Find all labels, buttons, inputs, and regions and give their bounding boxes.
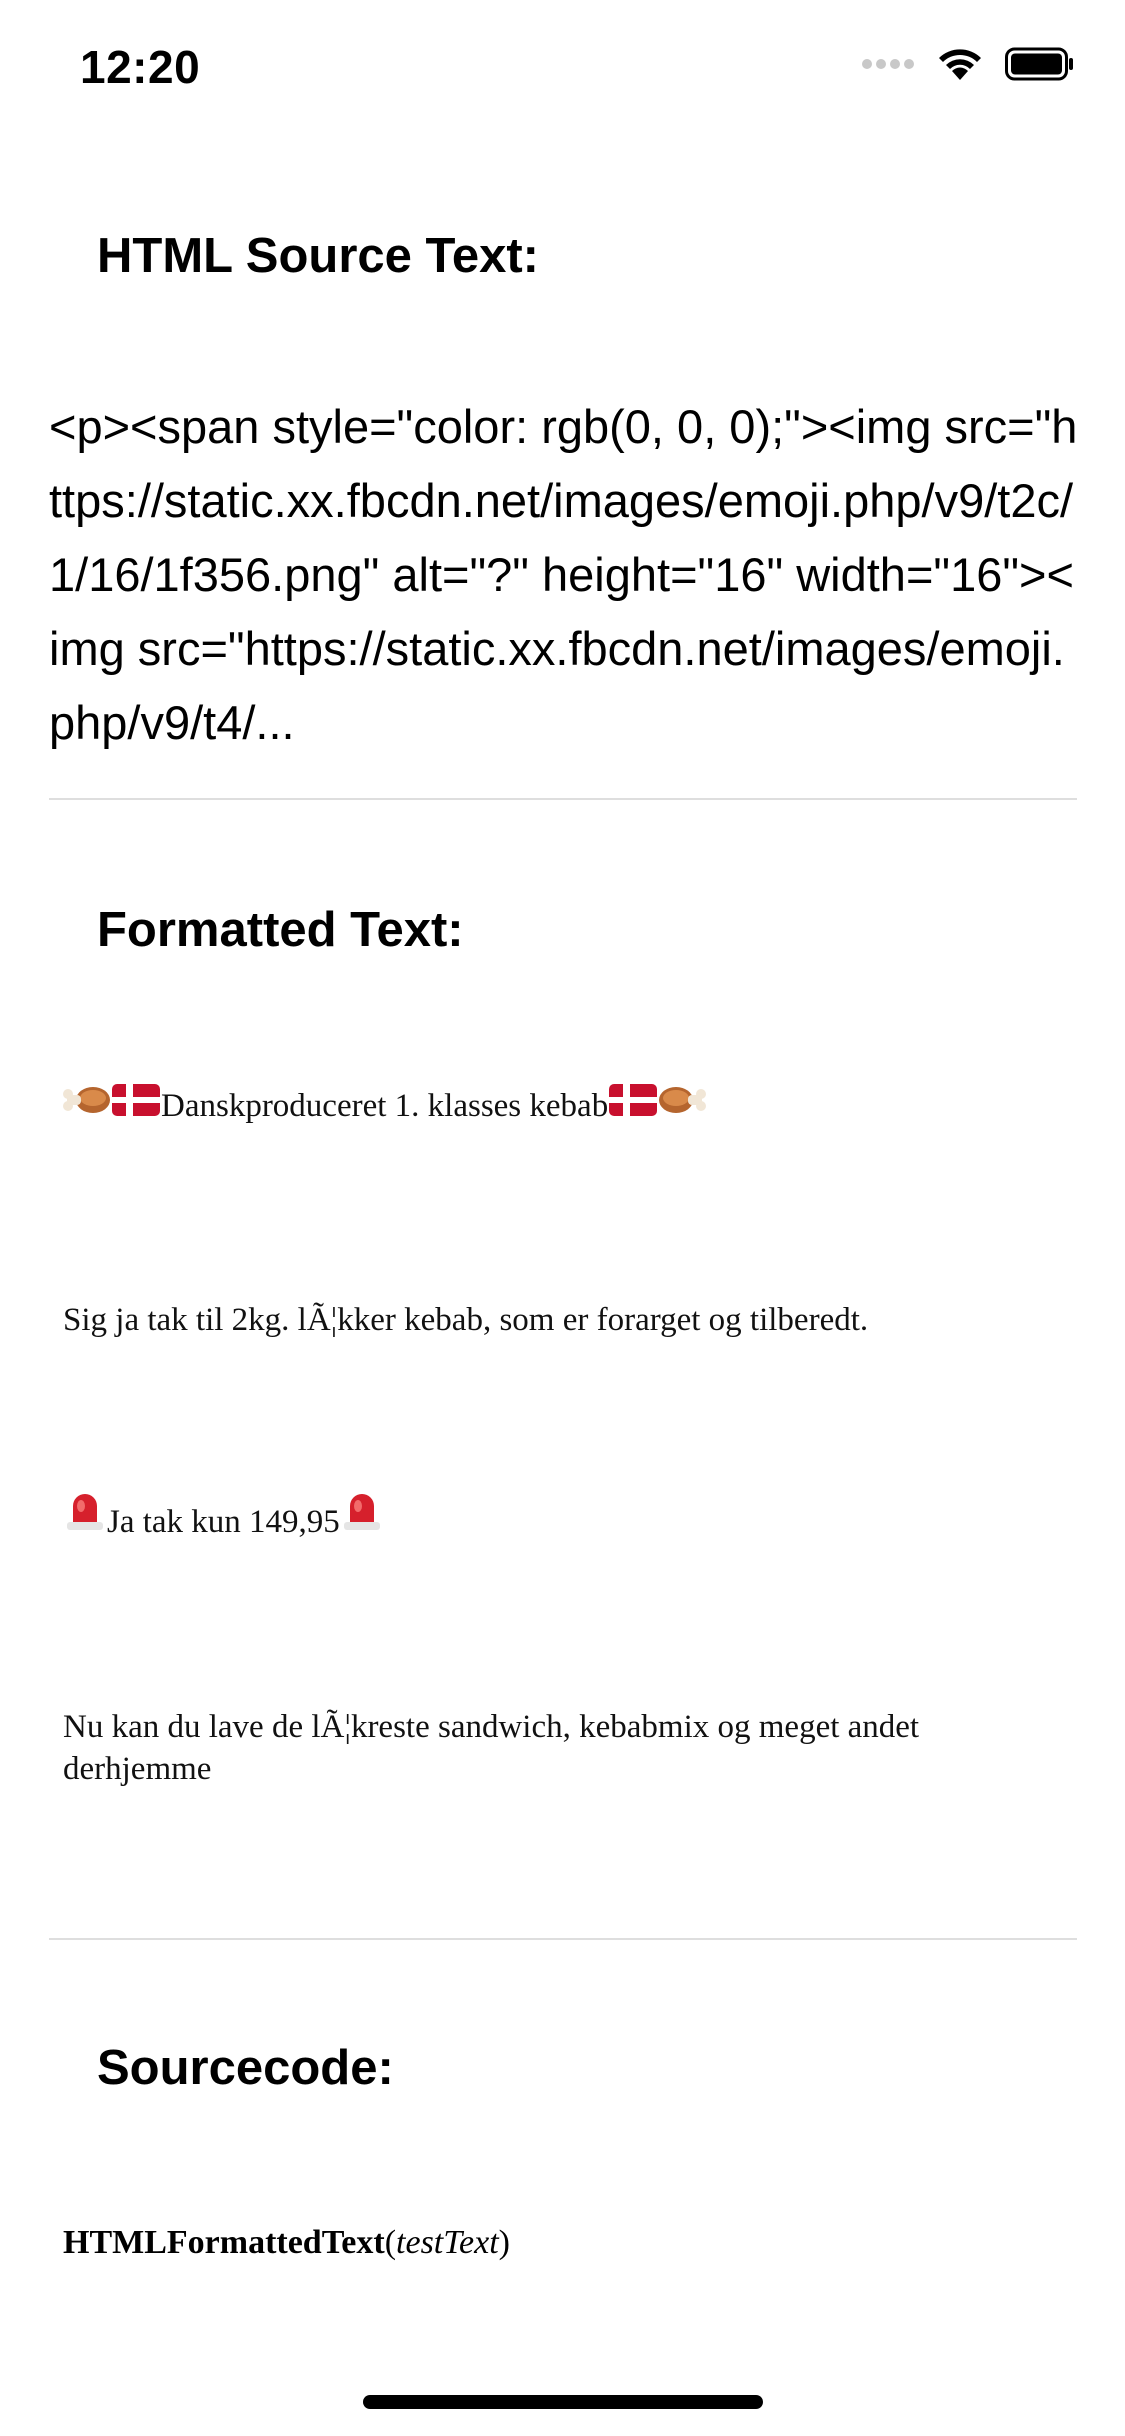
html-source-text: <p><span style="color: rgb(0, 0, 0);"><i… (49, 400, 1078, 749)
denmark-flag-icon (111, 1080, 161, 1131)
meat-on-bone-icon (658, 1080, 707, 1131)
status-icons (861, 46, 1075, 87)
formatted-section-title: Formatted Text: (97, 903, 464, 957)
status-time: 12:20 (80, 41, 201, 93)
cellular-signal-icon (861, 56, 915, 77)
formatted-paragraph-3: Ja tak kun 149,95 (63, 1488, 1063, 1547)
sourcecode-section-title: Sourcecode: (97, 2041, 394, 2095)
close-paren: ) (498, 2224, 510, 2261)
formatted-paragraph-2: Sig ja tak til 2kg. lÃ¦kker kebab, som e… (63, 1302, 869, 1338)
source-section-title: HTML Source Text: (97, 229, 539, 283)
formatted-paragraph-1: Danskproduceret 1. klasses kebab (63, 1080, 1063, 1131)
formatted-paragraph-4: Nu kan du lave de lÃ¦kreste sandwich, ke… (63, 1709, 920, 1787)
formatted-line-1-text: Danskproduceret 1. klasses kebab (161, 1088, 609, 1124)
wifi-icon (937, 46, 983, 87)
rotating-light-icon (340, 1488, 384, 1547)
meat-on-bone-icon (63, 1080, 111, 1131)
divider (49, 798, 1077, 800)
open-paren: ( (384, 2224, 397, 2261)
battery-icon (1005, 46, 1075, 87)
home-indicator[interactable] (363, 2395, 763, 2409)
sourcecode-line: HTMLFormattedText(testText) (63, 2224, 510, 2262)
divider (49, 1938, 1077, 1940)
function-argument: testText (396, 2224, 499, 2261)
function-name: HTMLFormattedText (63, 2224, 385, 2261)
rotating-light-icon (63, 1488, 107, 1547)
status-bar: 12:20 (0, 0, 1125, 140)
formatted-line-3-text: Ja tak kun 149,95 (107, 1504, 340, 1540)
denmark-flag-icon (608, 1080, 658, 1131)
